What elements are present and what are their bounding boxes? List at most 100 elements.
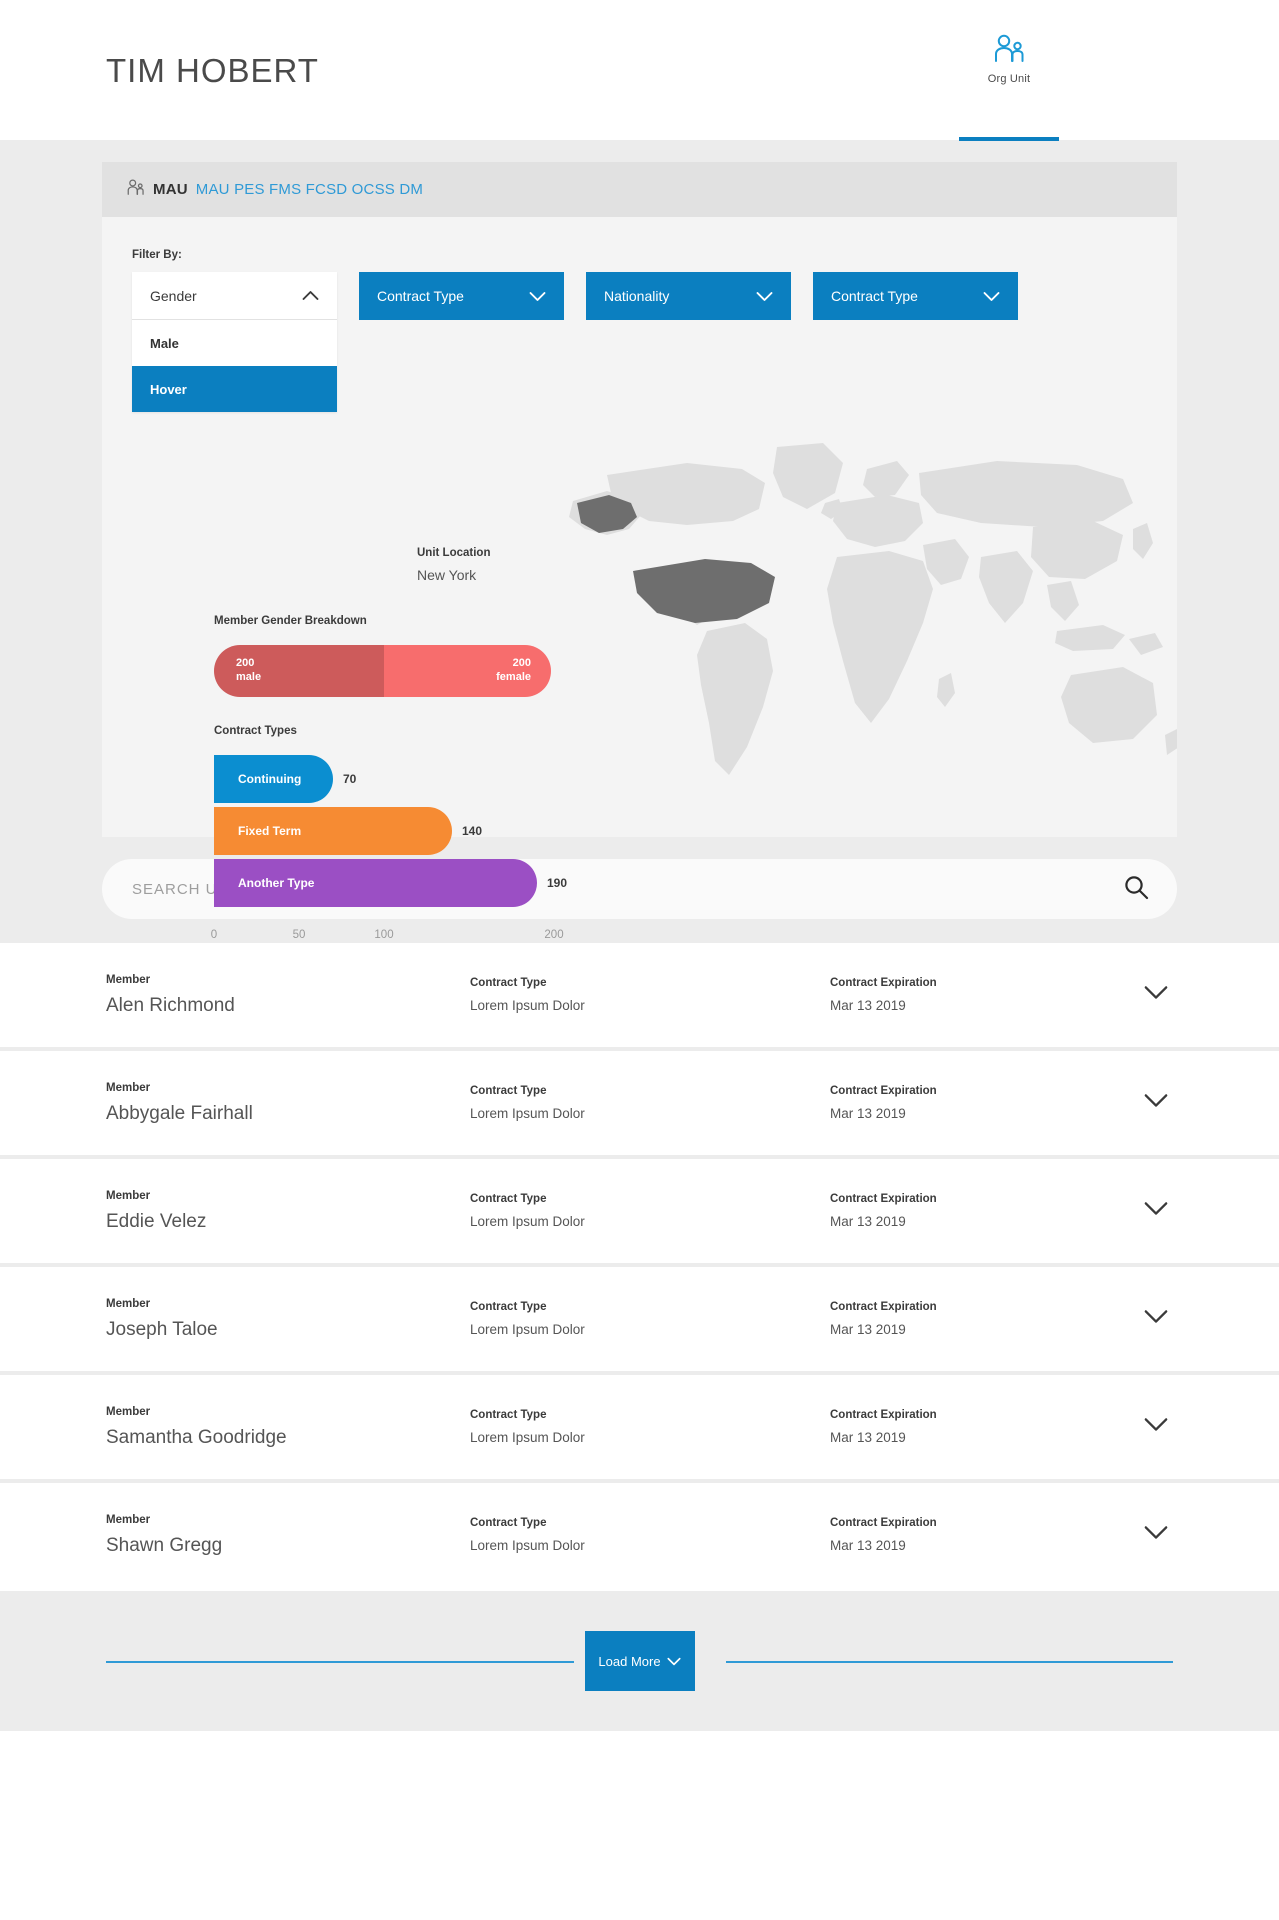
contract-expiration-value: Mar 13 2019	[830, 1322, 906, 1337]
column-header-contract-expiration: Contract Expiration	[830, 1085, 937, 1097]
table-row[interactable]: Member Alen Richmond Contract Type Lorem Ip…	[0, 943, 1279, 1047]
member-name: Alen Richmond	[106, 994, 235, 1016]
gender-breakdown-bar: 200 male 200 female	[214, 645, 551, 697]
dropdown-gender-option-hover[interactable]: Hover	[132, 366, 337, 412]
cell-contract-expiration: Contract Expiration Mar 13 2019	[830, 1517, 937, 1553]
member-name: Joseph Taloe	[106, 1318, 218, 1340]
column-header-contract-expiration: Contract Expiration	[830, 977, 937, 989]
column-header-member: Member	[106, 1297, 151, 1310]
cell-member: Member Samantha Goodridge	[106, 1406, 287, 1449]
dropdown-gender[interactable]: Gender Male Hover	[132, 272, 337, 412]
column-header-contract-type: Contract Type	[470, 977, 547, 989]
people-icon	[992, 34, 1026, 69]
column-header-contract-expiration: Contract Expiration	[830, 1517, 937, 1529]
tab-org-unit-label: Org Unit	[987, 73, 1031, 85]
cell-contract-type: Contract Type Lorem Ipsum Dolor	[470, 1193, 585, 1229]
cell-member: Member Shawn Gregg	[106, 1514, 222, 1557]
cell-contract-expiration: Contract Expiration Mar 13 2019	[830, 977, 937, 1013]
axis-tick: 0	[210, 929, 218, 941]
list-footer: Load More	[0, 1591, 1279, 1731]
chevron-down-icon	[756, 291, 773, 302]
dropdown-contract-type-2-label: Contract Type	[831, 288, 918, 304]
dropdown-gender-option-male[interactable]: Male	[132, 320, 337, 366]
column-header-contract-expiration: Contract Expiration	[830, 1193, 937, 1205]
highlighted-country-usa	[577, 495, 775, 623]
table-row[interactable]: Member Eddie Velez Contract Type Lorem Ipsu…	[0, 1159, 1279, 1263]
contract-expiration-value: Mar 13 2019	[830, 998, 906, 1013]
cell-contract-expiration: Contract Expiration Mar 13 2019	[830, 1085, 937, 1121]
filter-by-label: Filter By:	[132, 249, 182, 261]
breadcrumb-root[interactable]: MAU	[153, 181, 188, 198]
tab-org-unit[interactable]: Org Unit	[959, 34, 1059, 85]
chevron-down-icon[interactable]	[1143, 985, 1169, 1006]
table-row[interactable]: Member Abbygale Fairhall Contract Type Lore…	[0, 1051, 1279, 1155]
dropdown-contract-type-2[interactable]: Contract Type	[813, 272, 1018, 320]
chevron-down-icon[interactable]	[1143, 1525, 1169, 1546]
member-name: Abbygale Fairhall	[106, 1102, 253, 1124]
table-row[interactable]: Member Joseph Taloe Contract Type Lorem Ips…	[0, 1267, 1279, 1371]
column-header-contract-expiration: Contract Expiration	[830, 1301, 937, 1313]
chevron-down-icon[interactable]	[1143, 1309, 1169, 1330]
contract-type-row: Continuing 70	[214, 755, 614, 803]
footer-divider-right	[726, 1661, 1173, 1663]
cell-contract-type: Contract Type Lorem Ipsum Dolor	[470, 1301, 585, 1337]
contract-type-row: Another Type 190	[214, 859, 614, 907]
filter-row: Gender Male Hover Contract Type National…	[132, 272, 1152, 412]
contract-type-bar: Continuing	[214, 755, 333, 803]
load-more-button[interactable]: Load More	[584, 1631, 695, 1691]
contract-expiration-value: Mar 13 2019	[830, 1106, 906, 1121]
chevron-down-icon	[667, 1654, 681, 1669]
cell-contract-expiration: Contract Expiration Mar 13 2019	[830, 1409, 937, 1445]
dropdown-contract-type-1[interactable]: Contract Type	[359, 272, 564, 320]
cell-contract-expiration: Contract Expiration Mar 13 2019	[830, 1193, 937, 1229]
contract-expiration-value: Mar 13 2019	[830, 1430, 906, 1445]
chevron-down-icon	[529, 291, 546, 302]
column-header-member: Member	[106, 1081, 151, 1094]
dropdown-nationality-label: Nationality	[604, 288, 670, 304]
contract-type-value: 70	[343, 772, 357, 786]
chevron-down-icon[interactable]	[1143, 1201, 1169, 1222]
chevron-up-icon	[302, 290, 319, 301]
column-header-contract-type: Contract Type	[470, 1193, 547, 1205]
contract-type-bar: Another Type	[214, 859, 537, 907]
contract-type-value: 190	[547, 876, 568, 890]
contract-types-title: Contract Types	[214, 725, 297, 737]
member-name: Shawn Gregg	[106, 1534, 223, 1556]
dropdown-gender-head[interactable]: Gender	[132, 272, 337, 320]
table-row[interactable]: Member Samantha Goodridge Contract Type Lor…	[0, 1375, 1279, 1479]
app-header: TIM HOBERT Org Unit	[0, 0, 1279, 141]
search-icon[interactable]	[1123, 874, 1149, 905]
member-name: Samantha Goodridge	[106, 1426, 287, 1448]
column-header-member: Member	[106, 1513, 151, 1526]
cell-member: Member Abbygale Fairhall	[106, 1082, 253, 1125]
axis-tick: 100	[374, 929, 394, 941]
column-header-contract-expiration: Contract Expiration	[830, 1409, 937, 1421]
table-row[interactable]: Member Shawn Gregg Contract Type Lorem Ipsu…	[0, 1483, 1279, 1587]
load-more-label: Load More	[598, 1653, 661, 1669]
gender-breakdown-title: Member Gender Breakdown	[214, 615, 367, 627]
page-title: TIM HOBERT	[106, 52, 319, 89]
tab-active-indicator	[959, 137, 1059, 141]
gender-female-label: female	[496, 671, 531, 683]
dropdown-nationality[interactable]: Nationality	[586, 272, 791, 320]
unit-location-label: Unit Location	[417, 547, 491, 559]
column-header-member: Member	[106, 1189, 151, 1202]
breadcrumb-path[interactable]: MAU PES FMS FCSD OCSS DM	[196, 181, 423, 198]
filters-and-stats-panel: Filter By: Gender Male Hover Contract Ty…	[102, 217, 1179, 941]
column-header-contract-type: Contract Type	[470, 1085, 547, 1097]
chevron-down-icon[interactable]	[1143, 1417, 1169, 1438]
contract-type-value: Lorem Ipsum Dolor	[470, 1322, 585, 1337]
column-header-contract-type: Contract Type	[470, 1517, 547, 1529]
cell-contract-expiration: Contract Expiration Mar 13 2019	[830, 1301, 937, 1337]
member-gender-breakdown: Member Gender Breakdown 200 male 200 fem…	[214, 615, 554, 697]
chevron-down-icon[interactable]	[1143, 1093, 1169, 1114]
dropdown-contract-type-1-label: Contract Type	[377, 288, 464, 304]
cell-member: Member Eddie Velez	[106, 1190, 206, 1233]
axis-tick: 200	[544, 929, 564, 941]
members-list: Member Alen Richmond Contract Type Lorem Ip…	[0, 943, 1279, 1587]
unit-location-value: New York	[417, 567, 477, 583]
column-header-member: Member	[106, 973, 151, 986]
dropdown-gender-label: Gender	[150, 287, 197, 304]
gender-male-label: male	[236, 671, 262, 683]
breadcrumb[interactable]: MAU MAU PES FMS FCSD OCSS DM	[102, 162, 1177, 217]
